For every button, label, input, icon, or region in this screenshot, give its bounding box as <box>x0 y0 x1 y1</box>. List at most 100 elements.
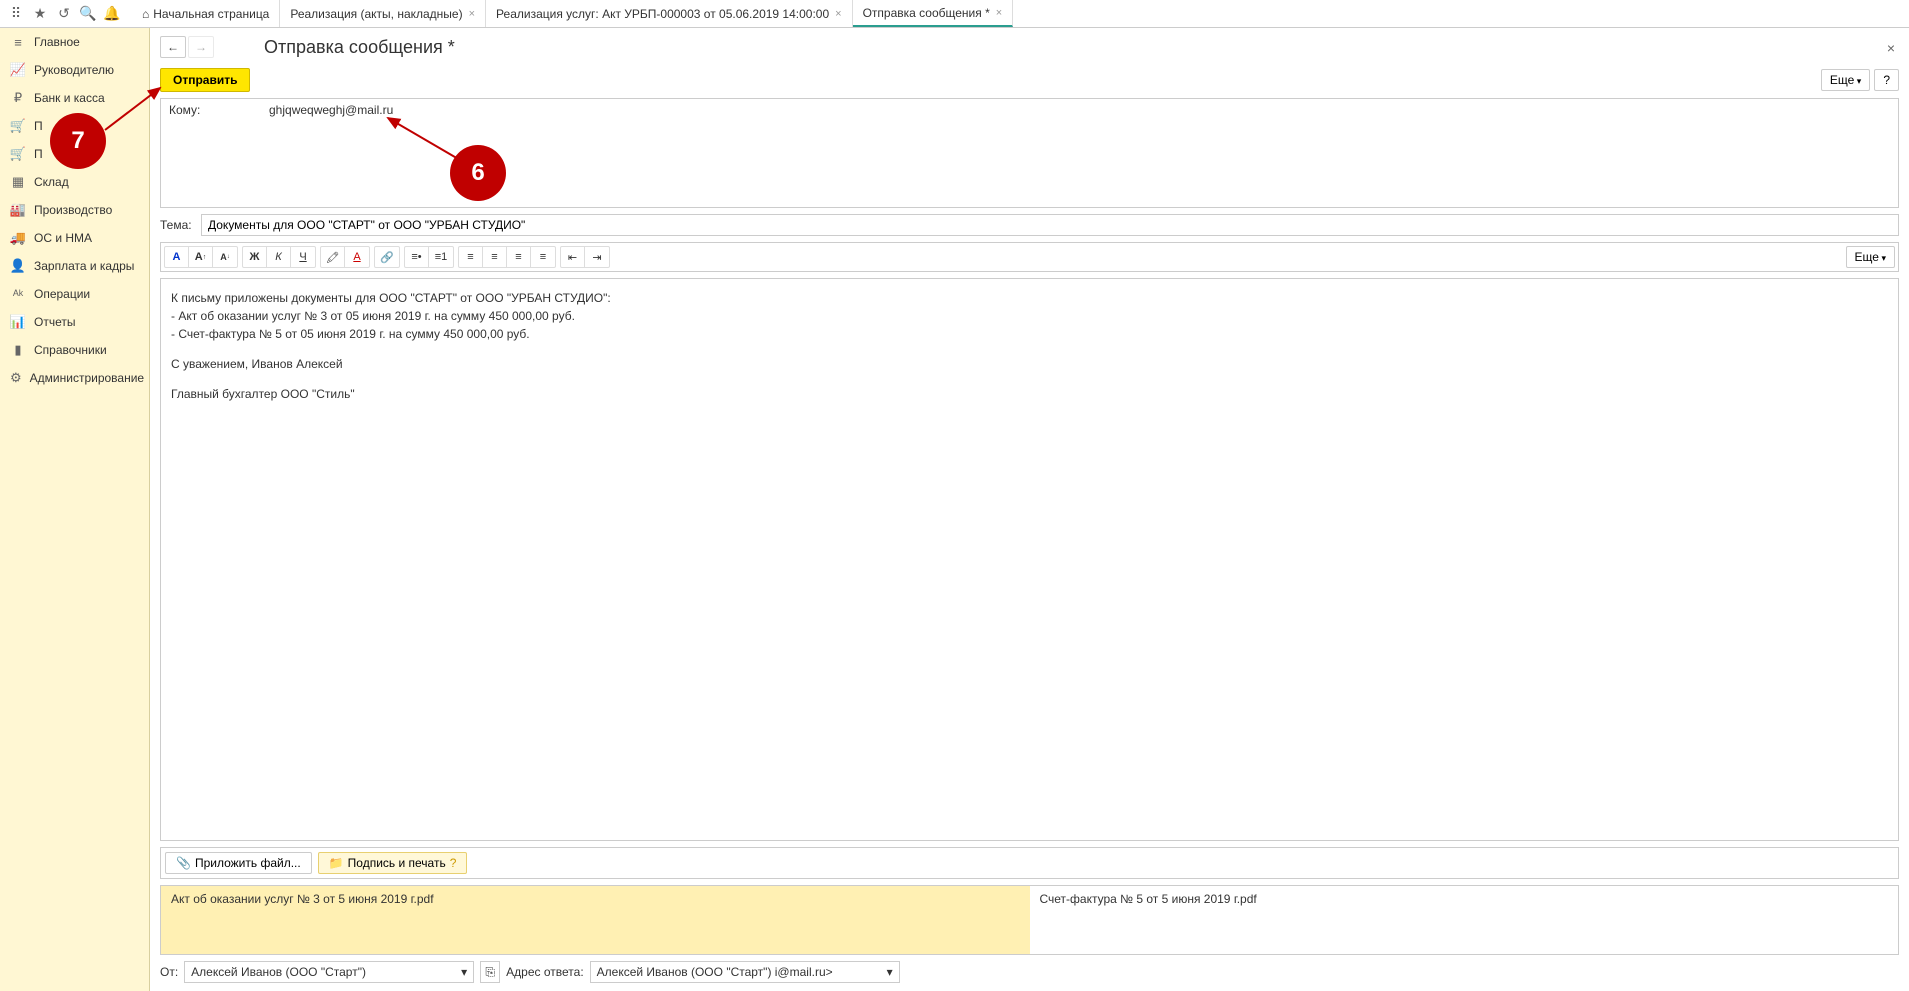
link-button[interactable]: 🔗 <box>375 247 399 267</box>
sidebar-item-reports[interactable]: 📊 Отчеты <box>0 308 149 336</box>
to-value[interactable]: ghjqweqweghj@mail.ru <box>269 103 393 117</box>
from-label: От: <box>160 965 178 979</box>
from-row: От: Алексей Иванов (ООО "Старт") ▾ ⎘ Адр… <box>160 961 1899 983</box>
align-left-button[interactable]: ≡ <box>459 247 483 267</box>
sidebar-label: ОС и НМА <box>34 231 92 245</box>
sign-label: Подпись и печать <box>348 856 446 870</box>
tab-label: Реализация (акты, накладные) <box>290 7 462 21</box>
attachments-list: Акт об оказании услуг № 3 от 5 июня 2019… <box>160 885 1899 955</box>
sidebar-label: Отчеты <box>34 315 75 329</box>
bell-icon[interactable]: 🔔 <box>100 2 124 26</box>
grid-icon: ▦ <box>10 174 26 190</box>
top-toolbar: ⠿ ★ ↺ 🔍 🔔 ⌂ Начальная страница Реализаци… <box>0 0 1909 28</box>
sidebar-label: Справочники <box>34 343 107 357</box>
sidebar-item-warehouse[interactable]: ▦ Склад <box>0 168 149 196</box>
attachment-item[interactable]: Акт об оказании услуг № 3 от 5 июня 2019… <box>161 886 1030 954</box>
sidebar-label: Зарплата и кадры <box>34 259 134 273</box>
sidebar-item-production[interactable]: 🏭Производство <box>0 196 149 224</box>
history-icon[interactable]: ↺ <box>52 2 76 26</box>
tab-realization-act[interactable]: Реализация услуг: Акт УРБП-000003 от 05.… <box>486 0 853 27</box>
body-line: - Акт об оказании услуг № 3 от 05 июня 2… <box>171 309 575 323</box>
sidebar-item-operations[interactable]: ᴬᵏ Операции <box>0 280 149 308</box>
indent-button[interactable]: ⇥ <box>585 247 609 267</box>
sidebar-item-assets[interactable]: 🚚 ОС и НМА <box>0 224 149 252</box>
attachment-item[interactable]: Счет-фактура № 5 от 5 июня 2019 г.pdf <box>1030 886 1899 954</box>
subject-row: Тема: <box>160 214 1899 236</box>
number-list-button[interactable]: ≡1 <box>429 247 453 267</box>
font-decrease-button[interactable]: A↓ <box>213 247 237 267</box>
reply-value: Алексей Иванов (ООО "Старт") і@mail.ru> <box>597 965 833 979</box>
ops-icon: ᴬᵏ <box>10 286 26 302</box>
apps-icon[interactable]: ⠿ <box>4 2 28 26</box>
close-icon[interactable]: × <box>996 7 1002 19</box>
sidebar-item-references[interactable]: ▮ Справочники <box>0 336 149 364</box>
sidebar-item-main[interactable]: ≡Главное <box>0 28 149 56</box>
more-button[interactable]: Еще <box>1821 69 1870 91</box>
sidebar-label: П <box>34 119 43 133</box>
sidebar-label: Операции <box>34 287 90 301</box>
close-page-button[interactable]: × <box>1883 36 1899 60</box>
forward-button[interactable]: → <box>188 36 214 58</box>
reply-label: Адрес ответа: <box>506 965 583 979</box>
outdent-button[interactable]: ⇤ <box>561 247 585 267</box>
align-justify-button[interactable]: ≡ <box>531 247 555 267</box>
star-icon[interactable]: ★ <box>28 2 52 26</box>
person-icon: 👤 <box>10 258 26 274</box>
body-line: С уважением, Иванов Алексей <box>171 355 1888 373</box>
highlight-button[interactable]: 🖍 <box>321 247 345 267</box>
sidebar-item-admin[interactable]: ⚙Администрирование <box>0 364 149 392</box>
sidebar-label: Банк и касса <box>34 91 105 105</box>
tab-send-message[interactable]: Отправка сообщения * × <box>853 0 1014 27</box>
sidebar: ≡Главное 📈Руководителю ₽Банк и касса 🛒П … <box>0 28 150 991</box>
body-line: Главный бухгалтер ООО "Стиль" <box>171 385 1888 403</box>
font-increase-button[interactable]: A↑ <box>189 247 213 267</box>
reply-select[interactable]: Алексей Иванов (ООО "Старт") і@mail.ru> … <box>590 961 900 983</box>
align-right-button[interactable]: ≡ <box>507 247 531 267</box>
sidebar-item-salary[interactable]: 👤 Зарплата и кадры <box>0 252 149 280</box>
close-icon[interactable]: × <box>469 8 475 20</box>
bold-button[interactable]: Ж <box>243 247 267 267</box>
book-icon: ▮ <box>10 342 26 358</box>
attachment-toolbar: 📎 Приложить файл... 📁 Подпись и печать ? <box>160 847 1899 879</box>
tab-label: Начальная страница <box>153 7 269 21</box>
help-button[interactable]: ? <box>1874 69 1899 91</box>
truck-icon: 🚚 <box>10 230 26 246</box>
home-icon: ⌂ <box>142 7 149 21</box>
search-icon[interactable]: 🔍 <box>76 2 100 26</box>
paperclip-icon: 📎 <box>176 856 191 870</box>
editor-body[interactable]: К письму приложены документы для ООО "СТ… <box>160 278 1899 841</box>
action-row: Отправить Еще ? <box>160 68 1899 92</box>
sign-stamp-button[interactable]: 📁 Подпись и печать ? <box>318 852 468 874</box>
sidebar-label: Склад <box>34 175 69 189</box>
tab-home[interactable]: ⌂ Начальная страница <box>132 0 280 27</box>
italic-button[interactable]: К <box>267 247 291 267</box>
chevron-down-icon: ▾ <box>461 965 467 979</box>
folder-icon: 📁 <box>329 856 344 870</box>
sidebar-label: Производство <box>34 203 112 217</box>
chevron-down-icon: ▾ <box>887 965 893 979</box>
close-icon[interactable]: × <box>835 8 841 20</box>
from-open-button[interactable]: ⎘ <box>480 961 500 983</box>
send-button[interactable]: Отправить <box>160 68 250 92</box>
from-value: Алексей Иванов (ООО "Старт") <box>191 965 366 979</box>
to-label: Кому: <box>169 103 269 117</box>
page-title: Отправка сообщения * <box>264 37 455 58</box>
bars-icon: 📊 <box>10 314 26 330</box>
help-icon: ? <box>450 856 457 870</box>
font-color-button[interactable]: A <box>165 247 189 267</box>
body-line: К письму приложены документы для ООО "СТ… <box>171 291 611 305</box>
body-line: - Счет-фактура № 5 от 05 июня 2019 г. на… <box>171 327 530 341</box>
arrow-7-line <box>100 80 170 140</box>
back-button[interactable]: ← <box>160 36 186 58</box>
bullet-list-button[interactable]: ≡• <box>405 247 429 267</box>
align-center-button[interactable]: ≡ <box>483 247 507 267</box>
main-content: ← → Отправка сообщения * × Отправить Еще… <box>150 28 1909 991</box>
subject-input[interactable] <box>201 214 1899 236</box>
sidebar-label: Руководителю <box>34 63 114 77</box>
attach-file-button[interactable]: 📎 Приложить файл... <box>165 852 312 874</box>
underline-button[interactable]: Ч <box>291 247 315 267</box>
toolbar-more-button[interactable]: Еще <box>1846 246 1895 268</box>
text-color-button[interactable]: A <box>345 247 369 267</box>
tab-realizations[interactable]: Реализация (акты, накладные) × <box>280 0 486 27</box>
from-select[interactable]: Алексей Иванов (ООО "Старт") ▾ <box>184 961 474 983</box>
